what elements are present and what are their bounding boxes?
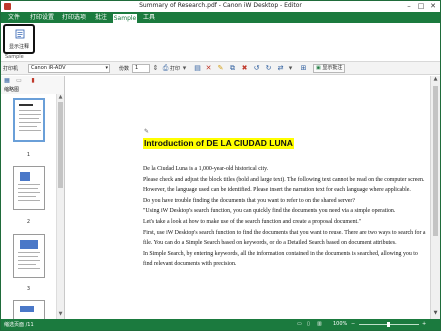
printer-select[interactable]: Canon iR-ADV ▾ (28, 64, 110, 73)
tab-sample[interactable]: Sample (112, 13, 138, 23)
show-annotations-toggle[interactable]: ▣ 显示批注 (313, 64, 346, 73)
close-button[interactable]: ✕ (427, 1, 439, 11)
zoom-level: 100% (333, 321, 348, 327)
annotation-list-icon (15, 29, 25, 39)
pane-title: 缩略图 (4, 87, 20, 93)
page-number-1: 1 (26, 152, 31, 158)
scroll-up-icon[interactable]: ▲ (431, 76, 440, 82)
move-icon[interactable]: ⇄ (277, 65, 284, 72)
ribbon-panel: 显示注释 Sample (1, 23, 440, 62)
printer-icon[interactable]: ⎙ (162, 65, 169, 72)
scrollbar-thumb[interactable] (58, 102, 63, 188)
ribbon-tab-bar: 文件 打印设置 打印选项 批注 Sample 工具 (1, 12, 440, 23)
chevron-down-icon[interactable]: ▾ (287, 65, 294, 72)
maximize-button[interactable]: □ (415, 1, 427, 11)
page-setup-icon[interactable]: ▤ (194, 65, 201, 72)
editor-window: Summary of Research.pdf - Canon iW Deskt… (0, 0, 441, 331)
document-body: De la Ciudad Luna is a 1,000-year-old hi… (143, 164, 428, 270)
title-bar: Summary of Research.pdf - Canon iW Deskt… (1, 1, 440, 12)
annotation-icon: ▣ (316, 65, 321, 71)
facing-view-icon[interactable]: ▥ (317, 321, 322, 327)
rotate-right-icon[interactable]: ↻ (265, 65, 272, 72)
paragraph: Please check and adjust the block titles… (143, 176, 425, 194)
paragraph: Do you have trouble finding the document… (143, 197, 355, 204)
print-toolbar: 打印机 Canon iR-ADV ▾ 份数 1 ⇕ ⎙ 打印 ▾ ▤ ✕ ✎ ⧉… (1, 62, 440, 75)
remove-icon[interactable]: ✖ (241, 65, 248, 72)
copies-stepper[interactable]: 1 (132, 64, 150, 73)
window-title: Summary of Research.pdf - Canon iW Deskt… (139, 2, 302, 9)
scrollbar-thumb[interactable] (433, 86, 438, 236)
thumbnail-pane: ▦ ▭ ▮ 缩略图 1 2 3 ▲ ▼ (1, 76, 65, 320)
thumbnail-scrollbar[interactable]: ▲ ▼ (56, 94, 64, 319)
show-annotations-label: 显示注释 (8, 44, 29, 50)
chevron-down-icon[interactable]: ▾ (181, 65, 188, 72)
show-annotations-button[interactable]: 显示注释 (3, 24, 35, 54)
document-heading: Introduction of DE LA CIUDAD LUNA (143, 138, 294, 149)
tab-annotation[interactable]: 批注 (91, 13, 111, 23)
copies-value: 1 (135, 65, 139, 71)
zoom-slider[interactable] (359, 322, 419, 327)
document-scrollbar[interactable]: ▲ ▼ (430, 76, 440, 319)
show-annotations-toggle-label: 显示批注 (322, 65, 343, 71)
copies-label: 份数 (119, 66, 130, 72)
tab-file[interactable]: 文件 (5, 13, 23, 23)
paragraph: "Using iW Desktop's search function, you… (143, 208, 396, 215)
zoom-out-icon[interactable]: − (351, 321, 355, 327)
bookmark-tab-icon[interactable]: ▮ (29, 77, 37, 84)
scroll-up-icon[interactable]: ▲ (57, 94, 64, 100)
printer-label: 打印机 (3, 66, 19, 72)
chevron-down-icon: ▾ (105, 65, 108, 71)
paragraph: First, use iW Desktop's search function … (143, 229, 426, 247)
zoom-slider-knob[interactable] (387, 322, 390, 327)
duplicate-icon[interactable]: ⧉ (229, 65, 236, 72)
edit-icon[interactable]: ✎ (217, 65, 224, 72)
printer-value: Canon iR-ADV (31, 65, 66, 71)
thumbnails-tab-icon[interactable]: ▦ (3, 77, 11, 84)
page-thumbnail-2[interactable] (13, 166, 45, 210)
scroll-down-icon[interactable]: ▼ (57, 311, 64, 317)
comments-tab-icon[interactable]: ▭ (15, 77, 23, 84)
page-thumbnail-1[interactable] (13, 98, 45, 142)
page-thumbnail-4[interactable] (13, 300, 45, 320)
delete-icon[interactable]: ✕ (205, 65, 212, 72)
page-count: 缩选页面 /11 (4, 322, 34, 328)
paragraph: De la Ciudad Luna is a 1,000-year-old hi… (143, 166, 269, 172)
rotate-left-icon[interactable]: ↺ (253, 65, 260, 72)
page-number-3: 3 (26, 286, 31, 292)
spin-icon[interactable]: ⇕ (152, 65, 159, 72)
print-label[interactable]: 打印 (170, 65, 180, 72)
ribbon-group-label: Sample (5, 54, 24, 60)
document-view[interactable]: ✎ Introduction of DE LA CIUDAD LUNA De l… (66, 76, 430, 319)
paragraph: Let's take a look at how to make use of … (143, 218, 362, 225)
page-thumbnail-3[interactable] (13, 234, 45, 278)
continuous-view-icon[interactable]: ▯ (307, 321, 310, 327)
tab-print-options[interactable]: 打印选项 (59, 13, 89, 23)
scroll-down-icon[interactable]: ▼ (431, 310, 440, 316)
insert-icon[interactable]: ⊞ (300, 65, 307, 72)
pane-tab-bar: ▦ ▭ ▮ (1, 76, 65, 85)
page-number-2: 2 (26, 219, 31, 225)
zoom-in-icon[interactable]: + (422, 321, 426, 327)
single-page-view-icon[interactable]: ▭ (297, 321, 302, 327)
minimize-button[interactable]: – (403, 1, 415, 11)
annotation-pin-icon[interactable]: ✎ (144, 128, 149, 135)
tab-tools[interactable]: 工具 (140, 13, 158, 23)
status-bar: 缩选页面 /11 ▭ ▯ ▥ 100% − + (1, 319, 440, 330)
thumbnail-list[interactable]: 1 2 3 (1, 94, 56, 320)
tab-print-settings[interactable]: 打印设置 (27, 13, 57, 23)
paragraph: In Simple Search, by entering keywords, … (143, 250, 418, 268)
